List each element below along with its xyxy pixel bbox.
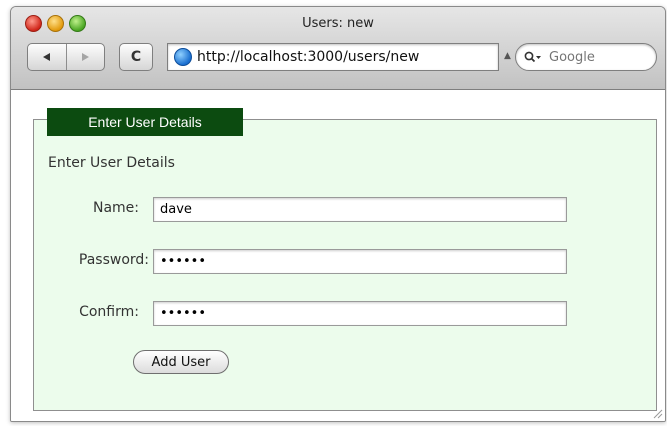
title-bar: Users: new C http://localhost:3000/users…	[11, 7, 665, 90]
confirm-password-field[interactable]	[153, 301, 567, 326]
confirm-label: Confirm:	[79, 304, 139, 320]
form-heading: Enter User Details	[48, 155, 175, 171]
back-arrow-icon	[42, 53, 50, 61]
reload-icon: C	[130, 49, 142, 65]
forward-arrow-icon	[82, 53, 90, 61]
resize-grip-icon[interactable]	[651, 407, 663, 419]
url-text[interactable]: http://localhost:3000/users/new	[197, 49, 419, 65]
nav-buttons	[27, 43, 105, 71]
globe-icon	[174, 48, 192, 66]
name-field[interactable]	[153, 197, 567, 222]
address-bar[interactable]: http://localhost:3000/users/new	[167, 43, 499, 71]
search-icon[interactable]	[524, 51, 542, 63]
window-title: Users: new	[302, 16, 374, 31]
name-label: Name:	[92, 200, 139, 216]
search-box[interactable]	[515, 43, 657, 71]
back-button[interactable]	[28, 44, 66, 70]
forward-button[interactable]	[65, 44, 105, 70]
browser-window: Users: new C http://localhost:3000/users…	[10, 6, 666, 422]
url-dropdown-icon[interactable]: ▲︎	[504, 51, 511, 61]
fieldset-legend: Enter User Details	[47, 108, 243, 136]
page-content: Enter User Details Enter User Details Na…	[11, 90, 665, 421]
add-user-button[interactable]: Add User	[133, 350, 229, 374]
search-input[interactable]	[547, 48, 641, 66]
password-field[interactable]	[153, 249, 567, 274]
reload-button[interactable]: C	[119, 43, 153, 71]
password-label: Password:	[78, 252, 149, 268]
